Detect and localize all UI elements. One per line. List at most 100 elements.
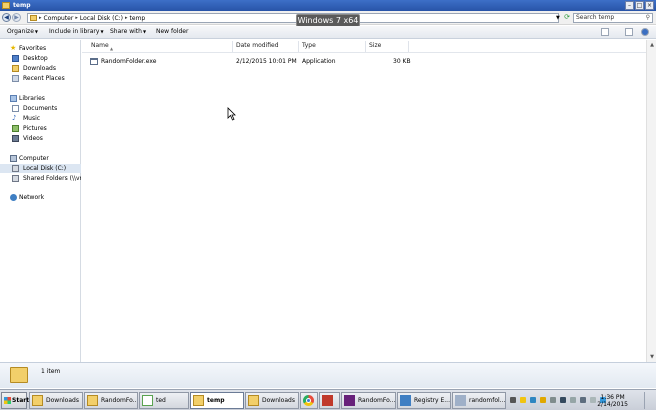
nav-recent-places[interactable]: Recent Places [0,74,81,83]
nav-pictures[interactable]: Pictures [0,124,81,133]
folder-icon [30,15,37,21]
address-input[interactable]: ▸ Computer ▸ Local Disk (C:) ▸ temp [27,13,559,23]
taskbar-item-temp[interactable]: temp [190,392,244,409]
maximize-button[interactable]: □ [635,1,644,10]
folder-icon [87,395,98,406]
new-folder-button[interactable]: New folder [156,28,188,36]
command-bar: Organize▼ Include in library▼ Share with… [0,26,656,39]
star-icon: ★ [10,44,17,52]
taskbar-item-label: randomfol... [469,397,506,404]
refresh-icon[interactable]: ⟳ [563,13,571,22]
volume-icon[interactable] [560,397,566,403]
taskbar-item-chrome[interactable] [300,392,318,409]
registry-editor-icon [400,395,411,406]
window-controls: – □ × [625,1,654,10]
back-button[interactable]: ◀ [2,13,11,22]
details-pane: 1 item [0,362,656,388]
nav-downloads[interactable]: Downloads [0,64,81,73]
breadcrumb-temp[interactable]: temp [130,15,146,22]
breadcrumb-local-disk[interactable]: Local Disk (C:) [80,15,123,22]
column-header-row: Name ▲ Date modified Type Size [82,40,656,53]
videos-icon [12,135,19,142]
start-label: Start [12,397,30,404]
action-center-icon[interactable] [540,397,546,403]
help-icon[interactable] [641,28,649,36]
tray-expand-icon[interactable] [510,397,516,403]
pictures-icon [12,125,19,132]
taskbar-item-app[interactable] [319,392,340,409]
share-with-button[interactable]: Share with▼ [110,28,146,36]
search-input[interactable]: Search temp ⚲ [573,13,653,23]
taskbar-item-downloads[interactable]: Downloads [29,392,83,409]
clock[interactable]: 1:36 PM 2/14/2015 [597,394,628,408]
nav-documents[interactable]: Documents [0,104,81,113]
nav-network-label: Network [19,194,45,201]
forward-button[interactable]: ▶ [12,13,21,22]
taskbar-item-label: Registry E... [414,397,450,404]
nav-favorites[interactable]: ★ Favorites [0,44,81,53]
network-drive-icon [12,175,19,182]
nav-computer-label: Computer [19,155,49,162]
music-icon: ♪ [12,114,17,122]
chevron-down-icon: ▼ [100,29,104,34]
search-icon[interactable]: ⚲ [646,14,650,22]
nav-desktop[interactable]: Desktop [0,54,81,63]
chrome-icon [303,395,314,406]
tray-app-icon[interactable] [530,397,536,403]
taskbar-item-registry-editor[interactable]: Registry E... [397,392,451,409]
folder-icon [248,395,259,406]
taskbar-item-randomfolder-2[interactable]: randomfol... [452,392,506,409]
tray-app-icon[interactable] [570,397,576,403]
taskbar-item-downloads-2[interactable]: Downloads [245,392,299,409]
clock-date: 2/14/2015 [597,401,628,408]
show-desktop-button[interactable] [644,392,654,409]
preview-pane-icon[interactable] [625,28,633,36]
nav-computer[interactable]: Computer [0,154,81,163]
nav-documents-label: Documents [23,105,58,112]
column-header-name[interactable]: Name ▲ [88,41,233,52]
include-in-library-button[interactable]: Include in library▼ [49,28,104,36]
scroll-up-icon[interactable]: ▲ [648,41,656,49]
view-options-icon[interactable] [601,28,609,36]
breadcrumb-separator-icon[interactable]: ▸ [125,15,128,21]
nav-music-label: Music [23,115,41,122]
organize-button[interactable]: Organize▼ [7,28,38,36]
taskbar-item-visual-studio[interactable]: RandomFo... [341,392,396,409]
documents-icon [12,105,19,112]
title-bar: temp – □ × [0,0,656,11]
nav-music[interactable]: ♪ Music [0,114,81,123]
minimize-button[interactable]: – [625,1,634,10]
nav-libraries[interactable]: Libraries [0,94,81,103]
tray-app-icon[interactable] [580,397,586,403]
taskbar-item-ted[interactable]: ted [139,392,189,409]
nav-desktop-label: Desktop [23,55,48,62]
address-history-dropdown-icon[interactable]: ▼ [556,15,560,21]
vertical-scrollbar[interactable]: ▲ ▼ [646,40,656,362]
nav-shared-folders[interactable]: Shared Folders (\\vmw [0,174,81,183]
start-button[interactable]: Start [1,392,30,409]
organize-label: Organize [7,28,34,35]
tray-app-icon[interactable] [520,397,526,403]
network-icon[interactable] [550,397,556,403]
taskbar-item-randomfolder[interactable]: RandomFo... [84,392,138,409]
close-button[interactable]: × [645,1,654,10]
tray-app-icon[interactable] [590,397,596,403]
column-header-type[interactable]: Type [299,41,366,52]
nav-local-disk-label: Local Disk (C:) [23,165,67,172]
scroll-down-icon[interactable]: ▼ [648,353,656,361]
visual-studio-icon [344,395,355,406]
nav-videos[interactable]: Videos [0,134,81,143]
nav-network[interactable]: Network [0,193,81,202]
breadcrumb-separator-icon[interactable]: ▸ [75,15,78,21]
breadcrumb-separator-icon[interactable]: ▸ [39,15,42,21]
taskbar: Start Downloads RandomFo... ted temp Dow… [0,389,656,410]
nav-recent-places-label: Recent Places [23,75,65,82]
breadcrumb-computer[interactable]: Computer [44,15,74,22]
file-row[interactable]: RandomFolder.exe 2/12/2015 10:01 PM Appl… [82,57,646,67]
nav-local-disk[interactable]: Local Disk (C:) [0,164,81,173]
column-header-date[interactable]: Date modified [233,41,299,52]
column-header-size[interactable]: Size [366,41,409,52]
navigation-pane: ★ Favorites Desktop Downloads Recent Pla… [0,40,81,362]
network-icon [10,194,17,201]
taskbar-item-label: Downloads [46,397,79,404]
